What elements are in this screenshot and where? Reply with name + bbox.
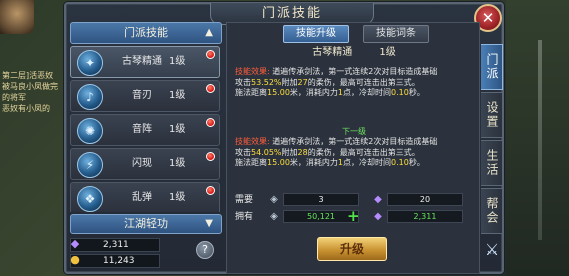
tab-settings[interactable]: 设置 — [481, 92, 503, 138]
scene-decoration — [538, 40, 542, 240]
skill-icon: ♪ — [77, 84, 103, 110]
effect-line: 攻击53.52%附加27的柔伤，最高可连击出第三式。 — [235, 77, 420, 87]
tab-guild[interactable]: 帮会 — [481, 188, 503, 234]
chevron-down-icon: ▼ — [205, 218, 213, 229]
skill-icon: ⚡ — [77, 152, 103, 178]
silver-icon: ◈ — [270, 194, 278, 205]
skill-level: 1级 — [169, 90, 186, 101]
quest-line: 第二层]活恶奴 — [2, 71, 54, 80]
skill-level: 1级 — [169, 158, 186, 169]
have-label: 拥有 — [235, 212, 254, 222]
tab-skill-upgrade[interactable]: 技能升级 — [283, 25, 349, 43]
panel-category-tabs: 门派 设置 生活 帮会 — [481, 44, 503, 240]
qinggong-header-label: 江湖轻功 — [124, 217, 168, 230]
current-skill-effect: 技能效果: 遒遍传承剑法，第一式连续2次对目标造成基础 攻击53.52%附加27… — [235, 67, 475, 99]
upgrade-requirements: 需要 ◈ 3 ◆ 20 拥有 ◈ 50,121 + ◆ 2,311 — [235, 193, 475, 233]
skill-level: 1级 — [169, 56, 186, 67]
jade-icon: ◆ — [374, 194, 382, 205]
current-skill-name: 古琴精通 — [312, 47, 353, 58]
currency-value: 11,243 — [103, 256, 135, 266]
current-skill-title: 古琴精通 1级 — [227, 45, 481, 61]
silver-icon: ◈ — [270, 211, 278, 222]
upgrade-button[interactable]: 升级 — [317, 237, 387, 261]
skill-name: 闪现 — [132, 158, 152, 169]
skill-icon: ❖ — [77, 186, 103, 212]
sect-skills-header-label: 门派技能 — [124, 26, 168, 39]
skill-item-flash[interactable]: ⚡ 闪现 1级 — [70, 148, 220, 180]
chevron-up-icon: ▲ — [205, 27, 213, 38]
jade-icon: ◆ — [70, 237, 80, 250]
skill-icon: ✺ — [77, 118, 103, 144]
jade-icon: ◆ — [374, 211, 382, 222]
effect-line: 技能效果: 遒遍传承剑法，第一式连续2次对目标造成基础 — [235, 137, 438, 146]
currency-value: 2,311 — [103, 240, 129, 250]
gold-coin-icon: ● — [70, 253, 80, 266]
skill-item-sound-formation[interactable]: ✺ 音阵 1级 — [70, 114, 220, 146]
notification-dot-icon — [206, 50, 215, 59]
qinggong-header[interactable]: 江湖轻功 ▼ — [70, 214, 222, 234]
tab-skill-entries[interactable]: 技能词条 — [363, 25, 429, 43]
skill-item-sound-blade[interactable]: ♪ 音刃 1级 — [70, 80, 220, 112]
skill-name: 古琴精通 — [122, 56, 162, 67]
notification-dot-icon — [206, 84, 215, 93]
need-jade-value: 20 — [387, 193, 463, 206]
currency-gold: ● 11,243 — [70, 253, 160, 268]
sect-skills-header[interactable]: 门派技能 ▲ — [70, 22, 222, 44]
current-skill-level: 1级 — [379, 47, 396, 58]
quest-line: 的将军 — [2, 93, 26, 102]
skill-name: 乱弹 — [132, 192, 152, 203]
skill-name: 音刃 — [132, 90, 152, 101]
tab-life[interactable]: 生活 — [481, 140, 503, 186]
detail-tabs: 技能升级 技能词条 — [227, 25, 481, 43]
next-skill-effect: 技能效果: 遒遍传承剑法，第一式连续2次对目标造成基础 攻击54.05%附加28… — [235, 137, 475, 169]
skill-list-column: 门派技能 ▲ ✦ 古琴精通 1级 ♪ 音刃 1级 ✺ 音阵 1级 ⚡ 闪现 1级 — [70, 22, 222, 274]
skill-detail-pane: 技能升级 技能词条 古琴精通 1级 技能效果: 遒遍传承剑法，第一式连续2次对目… — [226, 22, 480, 274]
skill-item-chaos-strum[interactable]: ❖ 乱弹 1级 — [70, 182, 220, 212]
skill-level: 1级 — [169, 192, 186, 203]
effect-line: 施法距离15.00米，消耗内力1点，冷却时间0.10秒。 — [235, 158, 425, 167]
currency-jade: ◆ 2,311 — [70, 237, 160, 252]
skill-name: 音阵 — [132, 124, 152, 135]
skill-level: 1级 — [169, 124, 186, 135]
help-button[interactable]: ? — [196, 241, 214, 259]
notification-dot-icon — [206, 118, 215, 127]
skill-item-guqin-mastery[interactable]: ✦ 古琴精通 1级 — [70, 46, 220, 78]
notification-dot-icon — [206, 186, 215, 195]
skill-list[interactable]: ✦ 古琴精通 1级 ♪ 音刃 1级 ✺ 音阵 1级 ⚡ 闪现 1级 ❖ 乱弹 1… — [70, 46, 222, 212]
sword-icon: ⚔ — [484, 240, 500, 259]
skill-icon: ✦ — [77, 50, 103, 76]
next-level-label: 下一级 — [342, 127, 366, 136]
quest-line: 恶奴有小凤的 — [2, 104, 50, 113]
add-plus-icon[interactable]: + — [347, 209, 360, 224]
quest-line: 被马良小凤做完 — [2, 82, 58, 91]
tab-sect[interactable]: 门派 — [481, 44, 503, 90]
effect-line: 施法距离15.00米，消耗内力1点，冷却时间0.10秒。 — [235, 88, 425, 97]
need-silver-value: 3 — [283, 193, 359, 206]
notification-dot-icon — [206, 152, 215, 161]
need-label: 需要 — [235, 195, 254, 205]
player-avatar[interactable] — [0, 0, 34, 34]
effect-line: 攻击54.05%附加28的柔伤，最高可连击出第三式。 — [235, 147, 420, 157]
quest-tracker[interactable]: 第二层]活恶奴 被马良小凤做完 的将军 恶奴有小凤的 — [2, 70, 62, 114]
effect-line: 技能效果: 遒遍传承剑法，第一式连续2次对目标造成基础 — [235, 67, 438, 76]
have-jade-value: 2,311 — [387, 210, 463, 223]
